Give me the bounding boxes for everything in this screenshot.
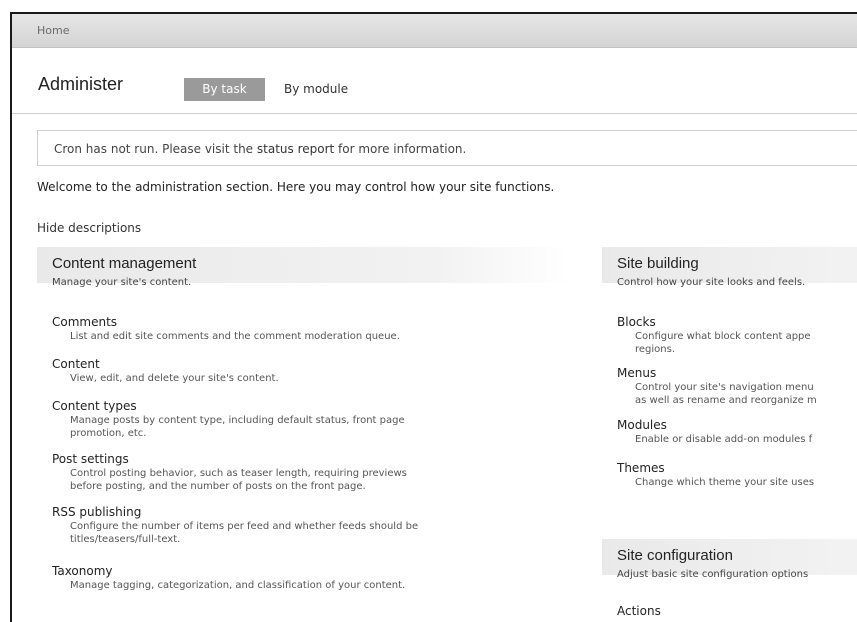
blocks-link[interactable]: Blocks	[617, 315, 656, 329]
blocks-description: Configure what block content appe regions…	[635, 331, 811, 355]
rss-publishing-description: Configure the number of items per feed a…	[70, 521, 419, 545]
modules-description: Enable or disable add-on modules f	[635, 434, 813, 445]
site-configuration-description: Adjust basic site configuration options	[617, 569, 809, 580]
status-message-after: for more information.	[334, 142, 467, 156]
tab-by-task[interactable]: By task	[184, 78, 265, 101]
comments-description: List and edit site comments and the comm…	[70, 331, 400, 342]
content-description: View, edit, and delete your site's conte…	[70, 373, 279, 384]
themes-description: Change which theme your site uses	[635, 477, 815, 488]
tabs-divider	[12, 113, 857, 114]
site-configuration-title: Site configuration	[617, 547, 733, 564]
post-settings-link[interactable]: Post settings	[52, 452, 129, 466]
taxonomy-link[interactable]: Taxonomy	[52, 564, 113, 578]
status-report-link[interactable]: status report	[257, 142, 334, 156]
site-building-title: Site building	[617, 255, 699, 272]
status-message: Cron has not run. Please visit the statu…	[37, 130, 857, 166]
site-building-description: Control how your site looks and feels.	[617, 277, 806, 288]
status-message-before: Cron has not run. Please visit the	[54, 142, 257, 156]
welcome-text: Welcome to the administration section. H…	[37, 180, 555, 194]
content-management-title: Content management	[52, 255, 197, 272]
content-types-description: Manage posts by content type, including …	[70, 415, 405, 439]
hide-descriptions-link[interactable]: Hide descriptions	[37, 221, 141, 235]
breadcrumb: Home	[12, 14, 857, 48]
post-settings-description: Control posting behavior, such as teaser…	[70, 468, 407, 492]
page-title: Administer	[38, 74, 124, 94]
content-management-description: Manage your site's content.	[52, 277, 192, 288]
browser-viewport: Home Administer By task By module Cron h…	[10, 12, 857, 622]
menus-link[interactable]: Menus	[617, 366, 656, 380]
comments-link[interactable]: Comments	[52, 315, 117, 329]
actions-link[interactable]: Actions	[617, 604, 661, 618]
content-types-link[interactable]: Content types	[52, 399, 137, 413]
tab-by-module[interactable]: By module	[284, 82, 348, 96]
content-link[interactable]: Content	[52, 357, 100, 371]
menus-description: Control your site's navigation menu as we…	[635, 382, 817, 406]
breadcrumb-home-link[interactable]: Home	[37, 24, 69, 37]
taxonomy-description: Manage tagging, categorization, and clas…	[70, 580, 406, 591]
rss-publishing-link[interactable]: RSS publishing	[52, 505, 141, 519]
modules-link[interactable]: Modules	[617, 418, 667, 432]
status-message-text: Cron has not run. Please visit the statu…	[54, 142, 466, 156]
themes-link[interactable]: Themes	[617, 461, 665, 475]
